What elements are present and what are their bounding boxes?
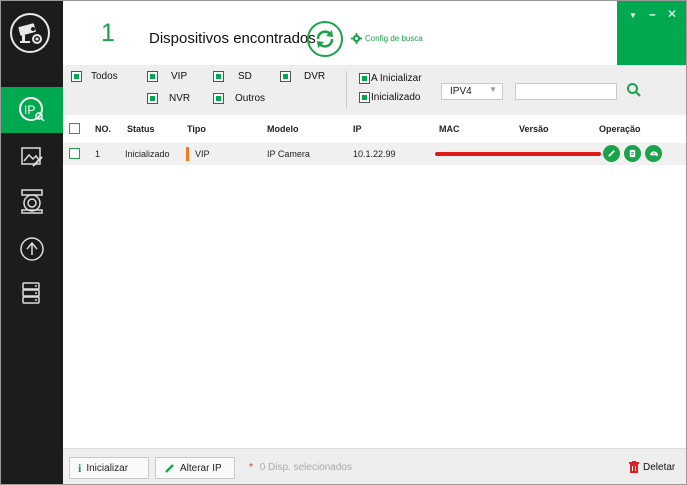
device-count: 1 [101, 19, 115, 47]
filter-outros-checkbox[interactable] [213, 93, 224, 104]
row-modelo: IP Camera [267, 149, 310, 159]
config-icon[interactable] [624, 145, 641, 162]
row-tipo: VIP [195, 149, 210, 159]
selected-label: Disp. selecionados [268, 462, 352, 473]
svg-text:IP: IP [24, 103, 35, 117]
ip-version-value: IPV4 [450, 86, 472, 97]
column-header: Tipo [187, 124, 206, 134]
search-config-button[interactable]: Config de busca [351, 33, 423, 44]
column-header: Status [127, 124, 155, 134]
row-ip: 10.1.22.99 [353, 149, 396, 159]
filter-todos-label: Todos [91, 71, 118, 82]
table-row[interactable]: 1 Inicializado VIP IP Camera 10.1.22.99 [63, 143, 686, 165]
trash-icon [629, 461, 639, 473]
edit-icon[interactable] [603, 145, 620, 162]
refresh-button[interactable] [307, 21, 343, 57]
ip-search-icon[interactable]: IP [1, 87, 63, 133]
table-header: NO. Status Tipo Modelo IP MAC Versão Ope… [63, 115, 686, 143]
app-logo-icon [10, 13, 50, 53]
web-browser-icon[interactable] [645, 145, 662, 162]
picture-edit-icon[interactable] [1, 137, 63, 177]
row-status: Inicializado [125, 149, 170, 159]
alter-ip-label: Alterar IP [180, 462, 222, 474]
filter-sd-label: SD [238, 71, 252, 82]
filter-bar: Todos VIP SD DVR NVR Outros A Inicializa… [63, 65, 686, 115]
filter-vip-label: VIP [171, 71, 188, 82]
alter-ip-button[interactable]: Alterar IP [155, 457, 235, 479]
search-icon [627, 83, 641, 97]
initialize-button[interactable]: i Inicializar [69, 457, 149, 479]
filter-dvr-checkbox[interactable] [280, 71, 291, 82]
pencil-icon [165, 463, 174, 473]
sidebar: IP [1, 1, 63, 484]
camera-settings-icon[interactable] [1, 181, 63, 221]
row-checkbox[interactable] [69, 148, 80, 159]
filter-inicializado-checkbox[interactable] [359, 92, 370, 103]
selected-count: 0 [259, 462, 266, 473]
filter-a-inicializar-label: A Inicializar [371, 73, 422, 84]
row-no: 1 [95, 149, 101, 159]
filter-outros-label: Outros [235, 93, 266, 104]
close-icon[interactable]: ✕ [667, 7, 677, 21]
search-input[interactable] [515, 83, 617, 100]
menu-dropdown-icon[interactable]: ▼ [629, 11, 637, 20]
column-header: Modelo [267, 124, 299, 134]
filter-dvr-label: DVR [304, 71, 326, 82]
device-table: NO. Status Tipo Modelo IP MAC Versão Ope… [63, 115, 686, 448]
delete-label: Deletar [643, 461, 676, 473]
column-header: NO. [95, 124, 112, 134]
selected-info: * 0 Disp. selecionados [249, 462, 352, 473]
refresh-icon [316, 30, 334, 48]
gear-icon [351, 33, 362, 44]
window-controls: ▼ – ✕ [617, 1, 686, 65]
column-header: IP [353, 124, 362, 134]
column-header: Versão [519, 124, 549, 134]
config-label: Config de busca [365, 34, 423, 43]
select-all-checkbox[interactable] [69, 123, 80, 134]
column-header: Operação [599, 124, 641, 134]
delete-button[interactable]: Deletar [629, 461, 675, 473]
filter-divider [346, 71, 347, 109]
filter-nvr-checkbox[interactable] [147, 93, 158, 104]
filter-a-inicializar-checkbox[interactable] [359, 73, 370, 84]
column-header: MAC [439, 124, 460, 134]
required-star: * [249, 462, 253, 473]
upgrade-icon[interactable] [1, 229, 63, 269]
filter-todos-checkbox[interactable] [71, 71, 82, 82]
chevron-down-icon: ▼ [489, 85, 497, 94]
bottom-bar: i Inicializar Alterar IP * 0 Disp. selec… [63, 448, 686, 484]
filter-sd-checkbox[interactable] [213, 71, 224, 82]
redacted-mac-version [435, 152, 601, 156]
device-stack-icon[interactable] [1, 273, 63, 313]
type-indicator [186, 147, 189, 161]
app-window: IP 1 Dispositivos encontrados Config de … [0, 0, 687, 485]
initialize-label: Inicializar [86, 462, 129, 474]
ip-version-select[interactable]: IPV4 ▼ [441, 83, 503, 100]
search-button[interactable] [626, 82, 642, 101]
filter-vip-checkbox[interactable] [147, 71, 158, 82]
minimize-icon[interactable]: – [649, 7, 656, 21]
header: 1 Dispositivos encontrados Config de bus… [63, 1, 686, 65]
filter-inicializado-label: Inicializado [371, 92, 421, 103]
info-icon: i [78, 460, 82, 475]
found-label: Dispositivos encontrados [149, 30, 316, 47]
filter-nvr-label: NVR [169, 93, 191, 104]
